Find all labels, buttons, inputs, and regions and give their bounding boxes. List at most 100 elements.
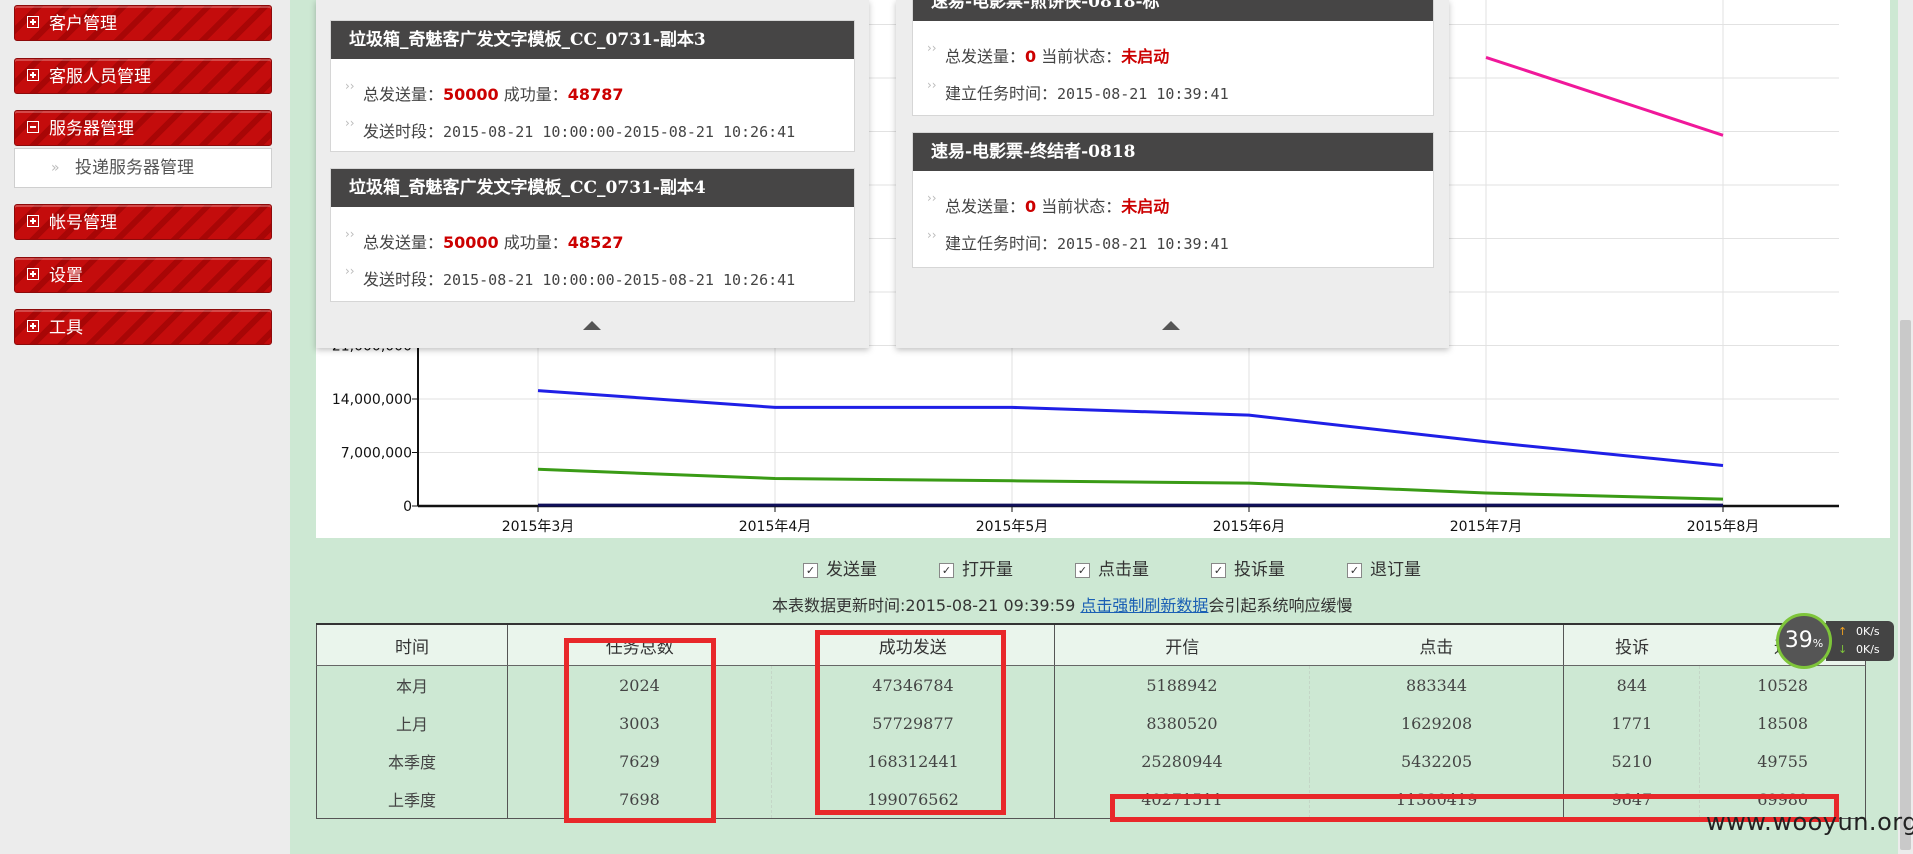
cpu-dial: 39% (1776, 613, 1832, 669)
task-title: 速易-电影票-煎饼侠-0818-标 (913, 0, 1433, 21)
menu-tools[interactable]: 工具 (14, 309, 272, 345)
menu-label: 帐号管理 (49, 213, 117, 233)
table-cell: 10528 (1699, 665, 1866, 704)
checkbox-label: 点击量 (1098, 560, 1149, 580)
x-tick-label: 2015年3月 (502, 519, 575, 535)
speed-panel: ↑ 0K/s ↓ 0K/s (1826, 621, 1894, 661)
menu-label: 服务器管理 (49, 119, 134, 139)
table-cell: 5210 (1563, 742, 1701, 780)
status-label: 当前状态： (1041, 47, 1122, 66)
created-label: 建立任务时间： (945, 84, 1058, 103)
table-cell: 844 (1563, 665, 1701, 704)
sent-label: 总发送量： (363, 85, 444, 104)
checkbox-unsubscribe[interactable]: ✓ 退订量 (1347, 555, 1421, 580)
col-opened: 开信 (1054, 623, 1310, 666)
task-popup-right: 速易-电影票-煎饼侠-0818-标 总发送量：0 当前状态：未启动 建立任务时间… (896, 0, 1449, 348)
success-value: 48527 (567, 233, 624, 252)
table-cell: 1629208 (1309, 704, 1565, 742)
col-clicked: 点击 (1309, 623, 1565, 666)
menu-label: 客户管理 (49, 14, 117, 34)
percent-unit: % (1812, 637, 1824, 650)
download-speed: 0K/s (1856, 643, 1880, 656)
period-label: 发送时段： (363, 122, 444, 141)
task-popup-left: 垃圾箱_奇魅客广发文字模板_CC_0731-副本3 总发送量：50000 成功量… (316, 0, 869, 348)
collapse-icon (27, 121, 39, 133)
task-period-line: 发送时段：2015-08-21 10:00:00-2015-08-21 10:2… (345, 264, 796, 290)
col-time: 时间 (315, 623, 509, 666)
created-value: 2015-08-21 10:39:41 (1057, 85, 1229, 103)
menu-label: 设置 (49, 266, 83, 286)
force-refresh-link[interactable]: 点击强制刷新数据 (1080, 596, 1208, 615)
period-value: 2015-08-21 10:00:00-2015-08-21 10:26:41 (443, 271, 796, 289)
table-cell: 25280944 (1054, 742, 1310, 780)
cpu-percent: 39 (1784, 628, 1813, 653)
table-cell: 5188942 (1054, 665, 1310, 704)
task-card[interactable]: 垃圾箱_奇魅客广发文字模板_CC_0731-副本3 总发送量：50000 成功量… (330, 20, 855, 152)
success-label: 成功量： (503, 85, 568, 104)
table-cell: 5432205 (1309, 742, 1565, 780)
task-period-line: 发送时段：2015-08-21 10:00:00-2015-08-21 10:2… (345, 116, 796, 142)
collapse-arrow-icon[interactable] (583, 321, 601, 330)
success-value: 48787 (567, 85, 624, 104)
table-cell: 本季度 (315, 742, 509, 780)
menu-service-staff[interactable]: 客服人员管理 (14, 58, 272, 94)
checkbox-send[interactable]: ✓ 发送量 (803, 555, 877, 580)
created-value: 2015-08-21 10:39:41 (1057, 235, 1229, 253)
x-tick-label: 2015年5月 (976, 519, 1049, 535)
sent-value: 50000 (443, 233, 499, 252)
menu-customer[interactable]: 客户管理 (14, 5, 272, 41)
expand-icon (27, 16, 39, 28)
menu-label: 客服人员管理 (49, 67, 151, 87)
created-label: 建立任务时间： (945, 234, 1058, 253)
checkbox-complaint[interactable]: ✓ 投诉量 (1211, 555, 1285, 580)
task-sent-line: 总发送量：50000 成功量：48527 (345, 227, 624, 253)
sent-value: 0 (1025, 197, 1037, 216)
double-chevron-icon: » (51, 160, 60, 176)
period-label: 发送时段： (363, 270, 444, 289)
checkmark-icon: ✓ (803, 562, 818, 578)
submenu-delivery-server[interactable]: » 投递服务器管理 (14, 148, 272, 188)
scrollbar-thumb[interactable] (1900, 320, 1911, 850)
task-title: 垃圾箱_奇魅客广发文字模板_CC_0731-副本3 (331, 21, 854, 59)
expand-icon (27, 268, 39, 280)
period-value: 2015-08-21 10:00:00-2015-08-21 10:26:41 (443, 123, 796, 141)
checkbox-label: 退订量 (1370, 560, 1421, 580)
checkbox-label: 发送量 (826, 560, 877, 580)
checkbox-label: 投诉量 (1234, 560, 1285, 580)
task-created-line: 建立任务时间：2015-08-21 10:39:41 (927, 228, 1229, 254)
menu-server[interactable]: 服务器管理 (14, 110, 272, 146)
checkbox-label: 打开量 (962, 560, 1013, 580)
update-notice: 本表数据更新时间:2015-08-21 09:39:59 点击强制刷新数据会引起… (772, 592, 1352, 616)
checkmark-icon: ✓ (1211, 562, 1226, 578)
menu-account[interactable]: 帐号管理 (14, 204, 272, 240)
submenu-label: 投递服务器管理 (75, 158, 194, 178)
checkbox-open[interactable]: ✓ 打开量 (939, 555, 1013, 580)
table-row: 上月 3003 57729877 8380520 1629208 1771 18508 (315, 704, 1866, 742)
watermark: www.wooyun.org (1706, 808, 1913, 836)
expand-icon (27, 320, 39, 332)
checkmark-icon: ✓ (939, 562, 954, 578)
task-sent-line: 总发送量：0 当前状态：未启动 (927, 41, 1170, 67)
sidebar: 客户管理 客服人员管理 服务器管理 » 投递服务器管理 帐号管理 设置 工具 (0, 0, 291, 854)
series-line (537, 389, 1724, 467)
table-cell: 1771 (1563, 704, 1701, 742)
table-cell: 883344 (1309, 665, 1565, 704)
highlight-box (564, 638, 716, 823)
vertical-scrollbar[interactable] (1898, 0, 1913, 854)
update-time-text: 本表数据更新时间:2015-08-21 09:39:59 (772, 596, 1081, 615)
table-cell: 8380520 (1054, 704, 1310, 742)
sent-value: 0 (1025, 47, 1037, 66)
task-card[interactable]: 垃圾箱_奇魅客广发文字模板_CC_0731-副本4 总发送量：50000 成功量… (330, 168, 855, 302)
y-tick-label: 14,000,000 (332, 392, 412, 408)
task-card[interactable]: 速易-电影票-终结者-0818 总发送量：0 当前状态：未启动 建立任务时间：2… (912, 132, 1434, 268)
sent-value: 50000 (443, 85, 499, 104)
menu-settings[interactable]: 设置 (14, 257, 272, 293)
collapse-arrow-icon[interactable] (1162, 321, 1180, 330)
network-speed-widget[interactable]: ↑ 0K/s ↓ 0K/s 39% (1776, 613, 1896, 669)
task-card[interactable]: 速易-电影票-煎饼侠-0818-标 总发送量：0 当前状态：未启动 建立任务时间… (912, 0, 1434, 116)
series-line (537, 467, 1724, 501)
stats-table: 时间 任务总数 成功发送 开信 点击 投诉 退 本月20244734678451… (315, 623, 1866, 819)
checkbox-click[interactable]: ✓ 点击量 (1075, 555, 1149, 580)
status-value: 未启动 (1121, 47, 1170, 66)
y-tick-label: 0 (403, 499, 412, 515)
